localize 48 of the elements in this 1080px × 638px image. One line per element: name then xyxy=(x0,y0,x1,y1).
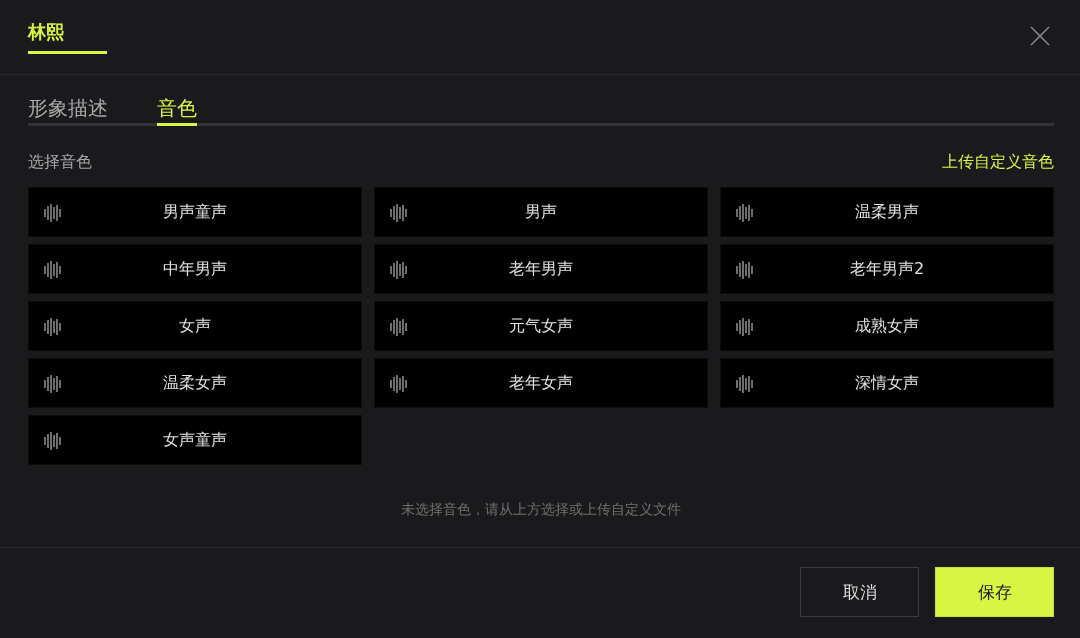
voice-name: 女声 xyxy=(179,315,211,337)
voice-option[interactable]: 男声童声 xyxy=(28,187,362,237)
voice-name: 老年男声2 xyxy=(849,258,925,280)
sound-wave-icon xyxy=(736,375,753,393)
section-label: 选择音色 xyxy=(28,151,92,173)
voice-name: 中年男声 xyxy=(163,258,227,280)
voice-option[interactable]: 女声童声 xyxy=(28,415,362,465)
tab[interactable]: 音色 xyxy=(157,95,197,126)
voice-name: 老年男声 xyxy=(509,258,573,280)
empty-hint: 未选择音色，请从上方选择或上传自定义文件 xyxy=(401,500,681,519)
voice-option[interactable]: 温柔男声 xyxy=(720,187,1054,237)
voice-name: 女声童声 xyxy=(163,429,227,451)
voice-name: 男声童声 xyxy=(163,201,227,223)
sound-wave-icon xyxy=(390,318,407,336)
voice-option[interactable]: 成熟女声 xyxy=(720,301,1054,351)
voice-option[interactable]: 女声 xyxy=(28,301,362,351)
sound-wave-icon xyxy=(390,204,407,222)
tab[interactable]: 形象描述 xyxy=(28,95,108,126)
sound-wave-icon xyxy=(44,261,61,279)
sound-wave-icon xyxy=(736,204,753,222)
sound-wave-icon xyxy=(44,432,61,450)
sound-wave-icon xyxy=(736,318,753,336)
voice-name: 男声 xyxy=(525,201,557,223)
dialog-title: 林熙 xyxy=(28,19,107,54)
voice-name: 成熟女声 xyxy=(855,315,919,337)
cancel-button[interactable]: 取消 xyxy=(800,567,919,617)
voice-name: 深情女声 xyxy=(855,372,919,394)
voice-name: 温柔男声 xyxy=(855,201,919,223)
voice-name: 元气女声 xyxy=(509,315,573,337)
voice-name: 温柔女声 xyxy=(163,372,227,394)
sound-wave-icon xyxy=(44,318,61,336)
voice-option[interactable]: 温柔女声 xyxy=(28,358,362,408)
sound-wave-icon xyxy=(736,261,753,279)
close-icon[interactable] xyxy=(1030,26,1050,46)
upload-link[interactable]: 上传自定义音色 xyxy=(942,151,1054,173)
voice-option[interactable]: 老年男声 xyxy=(374,244,708,294)
voice-name: 老年女声 xyxy=(509,372,573,394)
sound-wave-icon xyxy=(390,261,407,279)
voice-option[interactable]: 元气女声 xyxy=(374,301,708,351)
voice-option[interactable]: 老年男声2 xyxy=(720,244,1054,294)
save-button[interactable]: 保存 xyxy=(935,567,1054,617)
voice-option[interactable]: 深情女声 xyxy=(720,358,1054,408)
sound-wave-icon xyxy=(44,204,61,222)
voice-option[interactable]: 老年女声 xyxy=(374,358,708,408)
voice-option[interactable]: 中年男声 xyxy=(28,244,362,294)
sound-wave-icon xyxy=(44,375,61,393)
voice-option[interactable]: 男声 xyxy=(374,187,708,237)
sound-wave-icon xyxy=(390,375,407,393)
